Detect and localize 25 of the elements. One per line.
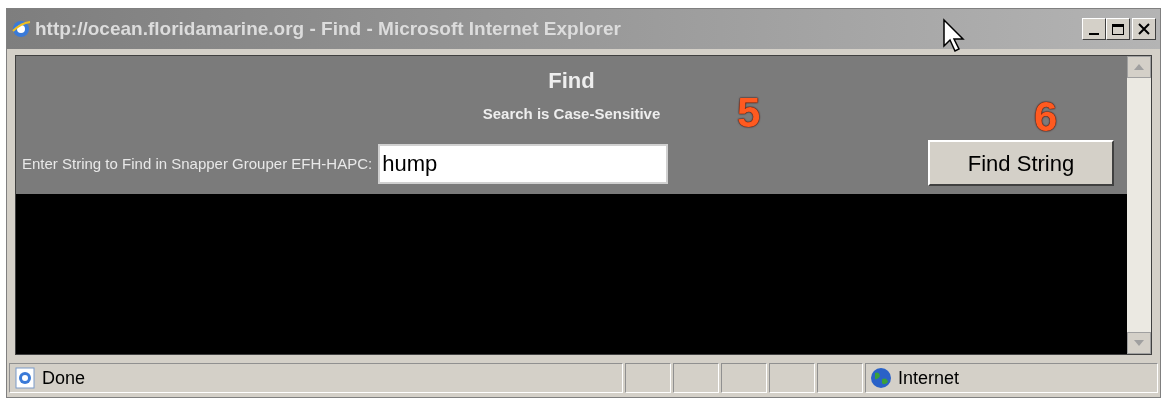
status-pane [817,363,863,393]
globe-icon [870,367,892,389]
mouse-cursor-icon [942,18,968,54]
status-pane [769,363,815,393]
minimize-button[interactable] [1082,18,1106,40]
find-string-button[interactable]: Find String [928,140,1114,186]
search-field[interactable]: hump [378,144,669,184]
up-arrow-icon [1134,64,1144,70]
field-label: Enter String to Find in Snapper Grouper EFH-HAPC: [22,153,373,174]
find-heading: Find [548,67,595,95]
zone-text: Internet [898,366,960,390]
callout-number: 6 [1034,96,1058,138]
callout-number: 5 [737,92,761,134]
status-pane [721,363,767,393]
close-icon [1138,23,1150,35]
browser-icon [11,19,31,39]
down-arrow-icon [1134,340,1144,346]
status-pane [625,363,671,393]
case-sensitive-note: Search is Case-Sensitive [482,104,661,124]
maximize-button[interactable] [1106,18,1130,40]
page-icon [14,367,36,389]
window-title: http://ocean.floridamarine.org - Find - Microsoft Internet Explorer [35,16,621,41]
status-pane [673,363,719,393]
status-text: Done [42,366,86,390]
close-button[interactable] [1132,18,1156,40]
